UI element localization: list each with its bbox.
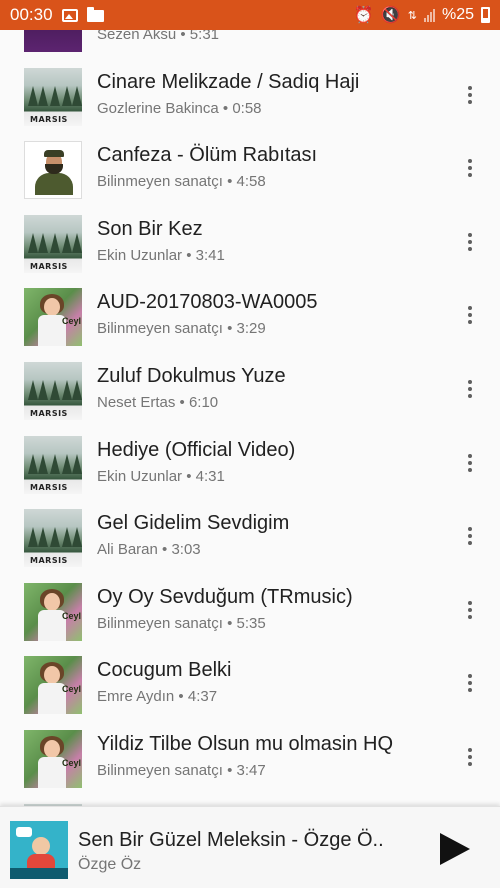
song-artwork: Ceyl bbox=[24, 730, 82, 788]
now-playing-title[interactable]: Sen Bir Güzel Meleksin - Özge Ö.. bbox=[78, 829, 384, 852]
song-title: Gel Gidelim Sevdigim bbox=[97, 512, 290, 535]
song-artwork: MARSIS bbox=[24, 435, 82, 494]
network-icon: ⇅ bbox=[407, 9, 417, 22]
song-subtitle: Bilinmeyen sanatçı • 5:35 bbox=[97, 614, 266, 632]
song-subtitle: Ekin Uzunlar • 3:41 bbox=[97, 246, 225, 264]
song-title: Oy Oy Sevduğum (TRmusic) bbox=[97, 585, 353, 608]
song-artwork: Ceyl bbox=[24, 288, 82, 347]
now-playing-artwork bbox=[10, 821, 68, 879]
song-title: Cocugum Belki bbox=[97, 659, 232, 682]
song-subtitle: Neset Ertas • 6:10 bbox=[97, 394, 219, 411]
song-row[interactable]: MARSIS Hediye (Official Video) Ekin Uzunla… bbox=[0, 428, 500, 502]
song-artwork: Ceyl bbox=[24, 582, 82, 641]
image-icon bbox=[61, 8, 78, 22]
song-subtitle: Bilinmeyen sanatçı • 4:58 bbox=[97, 173, 266, 191]
song-row[interactable]: Ceyl Oy Oy Sevduğum (TRmusic) Bilinmeyen s… bbox=[0, 575, 500, 649]
status-bar: 00:30 ⏰ 🔇 ⇅ %25 bbox=[0, 0, 500, 30]
song-artwork: MARSIS bbox=[24, 362, 82, 420]
song-artwork: MARSIS bbox=[24, 509, 82, 568]
song-title: Son Bir Kez bbox=[97, 217, 203, 240]
more-options-button[interactable] bbox=[458, 300, 482, 330]
more-options-button[interactable] bbox=[458, 448, 482, 478]
play-icon bbox=[440, 833, 470, 865]
more-options-button[interactable] bbox=[458, 227, 482, 257]
song-title: Canfeza - Ölüm Rabıtası bbox=[97, 144, 318, 167]
status-time: 00:30 bbox=[10, 5, 53, 24]
song-title: AUD-20170803-WA0005 bbox=[97, 291, 318, 314]
now-playing-artist: Özge Öz bbox=[78, 856, 142, 873]
song-row[interactable]: Ceyl AUD-20170803-WA0005 Bilinmeyen sanatç… bbox=[0, 280, 500, 354]
play-button[interactable] bbox=[434, 831, 470, 867]
song-subtitle: Sezen Aksu • 5:31 bbox=[97, 30, 219, 43]
song-subtitle: Emre Aydın • 4:37 bbox=[97, 688, 218, 706]
battery-percent: %25 bbox=[441, 6, 474, 23]
more-options-button[interactable] bbox=[458, 80, 482, 110]
song-row[interactable]: Canfeza - Ölüm Rabıtası Bilinmeyen sanatç… bbox=[0, 133, 500, 207]
song-row[interactable]: Lasana [ Zaman Geldi (Kamyata Ca bbox=[0, 796, 500, 806]
song-row[interactable]: Sezen Aksu • 5:31 bbox=[0, 30, 500, 60]
song-title: Hediye (Official Video) bbox=[97, 438, 296, 461]
song-artwork: MARSIS bbox=[24, 214, 82, 273]
song-row[interactable]: MARSIS Son Bir Kez Ekin Uzunlar • 3:41 bbox=[0, 207, 500, 281]
more-options-button[interactable] bbox=[458, 668, 482, 698]
song-list[interactable]: Sezen Aksu • 5:31 MARSIS Cinare Melikzade … bbox=[0, 30, 500, 806]
battery-icon bbox=[481, 7, 490, 23]
song-subtitle: Ekin Uzunlar • 4:31 bbox=[97, 467, 225, 485]
more-options-button[interactable] bbox=[458, 153, 482, 183]
more-options-button[interactable] bbox=[458, 374, 482, 404]
mini-player[interactable]: Sen Bir Güzel Meleksin - Özge Ö.. Özge Ö… bbox=[0, 806, 500, 888]
song-subtitle: Bilinmeyen sanatçı • 3:47 bbox=[97, 762, 266, 779]
song-artwork bbox=[24, 30, 82, 52]
more-options-button[interactable] bbox=[458, 521, 482, 551]
song-row[interactable]: MARSIS Gel Gidelim Sevdigim Ali Baran • 3:… bbox=[0, 501, 500, 575]
more-options-button[interactable] bbox=[458, 742, 482, 772]
song-subtitle: Ali Baran • 3:03 bbox=[97, 541, 201, 559]
alarm-icon: ⏰ bbox=[353, 7, 374, 24]
mute-vibrate-icon: 🔇 bbox=[380, 7, 401, 24]
song-subtitle: Bilinmeyen sanatçı • 3:29 bbox=[97, 320, 266, 338]
song-title: Zuluf Dokulmus Yuze bbox=[97, 365, 286, 387]
song-artwork: MARSIS bbox=[24, 67, 82, 126]
song-title: Yildiz Tilbe Olsun mu olmasin HQ bbox=[97, 733, 394, 755]
more-options-button[interactable] bbox=[458, 595, 482, 625]
folder-icon bbox=[86, 7, 104, 22]
song-row[interactable]: Ceyl Cocugum Belki Emre Aydın • 4:37 bbox=[0, 648, 500, 722]
song-row[interactable]: Ceyl Yildiz Tilbe Olsun mu olmasin HQ Bili… bbox=[0, 722, 500, 796]
song-title: Cinare Melikzade / Sadiq Haji bbox=[97, 70, 360, 93]
song-artwork bbox=[24, 141, 82, 200]
song-row[interactable]: MARSIS Zuluf Dokulmus Yuze Neset Ertas • 6… bbox=[0, 354, 500, 428]
song-subtitle: Gozlerine Bakinca • 0:58 bbox=[97, 99, 262, 117]
signal-icon bbox=[423, 8, 435, 22]
song-artwork: Ceyl bbox=[24, 656, 82, 715]
song-row[interactable]: MARSIS Cinare Melikzade / Sadiq Haji Gozle… bbox=[0, 60, 500, 134]
